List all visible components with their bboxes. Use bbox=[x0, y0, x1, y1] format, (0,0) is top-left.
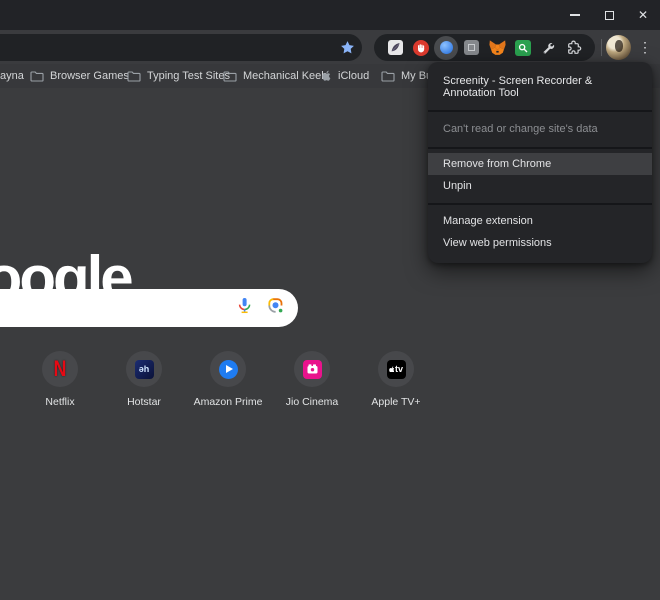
shortcut-apple-tv[interactable]: tv Apple TV+ bbox=[354, 351, 438, 408]
bookmark-label: ayna bbox=[0, 70, 24, 82]
folder-icon bbox=[223, 71, 237, 82]
menu-item-manage-extension[interactable]: Manage extension bbox=[428, 210, 652, 232]
shortcut-label: Apple TV+ bbox=[371, 396, 420, 408]
shortcut-label: Netflix bbox=[45, 396, 74, 408]
bookmark-label: Typing Test Sites bbox=[147, 70, 230, 82]
bookmark-folder-mechanical-keeb[interactable]: Mechanical Keeb bbox=[223, 64, 327, 88]
bookmark-item-partial[interactable]: ayna bbox=[0, 64, 24, 88]
netflix-icon: N bbox=[42, 351, 78, 387]
profile-avatar[interactable] bbox=[606, 35, 631, 60]
close-button[interactable]: ✕ bbox=[626, 2, 660, 28]
screenity-active-ring bbox=[434, 36, 458, 60]
menu-title: Screenity - Screen Recorder & Annotation… bbox=[428, 62, 652, 110]
metamask-fox-icon[interactable] bbox=[485, 36, 509, 60]
green-magnifier-extension-icon[interactable] bbox=[511, 36, 535, 60]
adblocker-extension-icon[interactable] bbox=[409, 36, 433, 60]
folder-icon bbox=[381, 71, 395, 82]
bookmark-label: Browser Games bbox=[50, 70, 129, 82]
restore-icon bbox=[605, 11, 614, 20]
bookmark-label: Mechanical Keeb bbox=[243, 70, 327, 82]
bookmark-label: iCloud bbox=[338, 70, 369, 82]
folder-icon bbox=[127, 71, 141, 82]
shortcut-amazon-prime[interactable]: Amazon Prime bbox=[186, 351, 270, 408]
search-bar[interactable] bbox=[0, 289, 298, 327]
minimize-button[interactable] bbox=[558, 2, 592, 28]
shortcut-label: Amazon Prime bbox=[194, 396, 263, 408]
voice-search-icon[interactable] bbox=[236, 297, 253, 319]
menu-item-site-data: Can't read or change site's data bbox=[428, 112, 652, 147]
shortcut-netflix[interactable]: N Netflix bbox=[18, 351, 102, 408]
extensions-puzzle-icon[interactable] bbox=[562, 36, 586, 60]
menu-item-unpin[interactable]: Unpin bbox=[428, 175, 652, 197]
minimize-icon bbox=[570, 14, 580, 16]
toolbar-divider bbox=[601, 39, 602, 56]
extensions-pill bbox=[374, 34, 595, 61]
screenity-extension-icon[interactable] bbox=[434, 36, 458, 60]
tab-strip: ✕ bbox=[0, 0, 660, 30]
restore-button[interactable] bbox=[592, 2, 626, 28]
amazon-prime-icon bbox=[210, 351, 246, 387]
bookmark-folder-typing-test[interactable]: Typing Test Sites bbox=[127, 64, 230, 88]
shortcut-tiles: N Netflix ǝh Hotstar Amazon Prime Jio Ci… bbox=[18, 351, 438, 408]
bookmark-icloud[interactable]: iCloud bbox=[322, 64, 369, 88]
shortcut-label: Jio Cinema bbox=[286, 396, 339, 408]
jio-cinema-icon bbox=[294, 351, 330, 387]
menu-item-remove-from-chrome[interactable]: Remove from Chrome bbox=[428, 153, 652, 175]
apple-icon bbox=[322, 70, 332, 82]
address-bar[interactable] bbox=[0, 34, 362, 61]
close-icon: ✕ bbox=[638, 9, 648, 21]
hotstar-icon: ǝh bbox=[126, 351, 162, 387]
folder-icon bbox=[30, 71, 44, 82]
extension-context-menu: Screenity - Screen Recorder & Annotation… bbox=[428, 62, 652, 263]
apple-tv-icon: tv bbox=[378, 351, 414, 387]
screenity-blue-dot-icon bbox=[440, 41, 453, 54]
screenshot-extension-icon[interactable] bbox=[383, 36, 407, 60]
bookmark-star-icon[interactable] bbox=[340, 40, 355, 55]
browser-window: ✕ bbox=[0, 0, 660, 600]
menu-item-view-web-permissions[interactable]: View web permissions bbox=[428, 232, 652, 254]
browser-menu-kebab-icon[interactable]: ⋮ bbox=[636, 36, 654, 58]
utility-extension-icon[interactable] bbox=[536, 36, 560, 60]
shortcut-jio-cinema[interactable]: Jio Cinema bbox=[270, 351, 354, 408]
google-lens-icon[interactable] bbox=[267, 297, 284, 319]
shortcut-label: Hotstar bbox=[127, 396, 161, 408]
gray-square-extension-icon[interactable] bbox=[460, 36, 484, 60]
bookmark-folder-browser-games[interactable]: Browser Games bbox=[30, 64, 129, 88]
shortcut-hotstar[interactable]: ǝh Hotstar bbox=[102, 351, 186, 408]
window-controls: ✕ bbox=[558, 0, 660, 30]
